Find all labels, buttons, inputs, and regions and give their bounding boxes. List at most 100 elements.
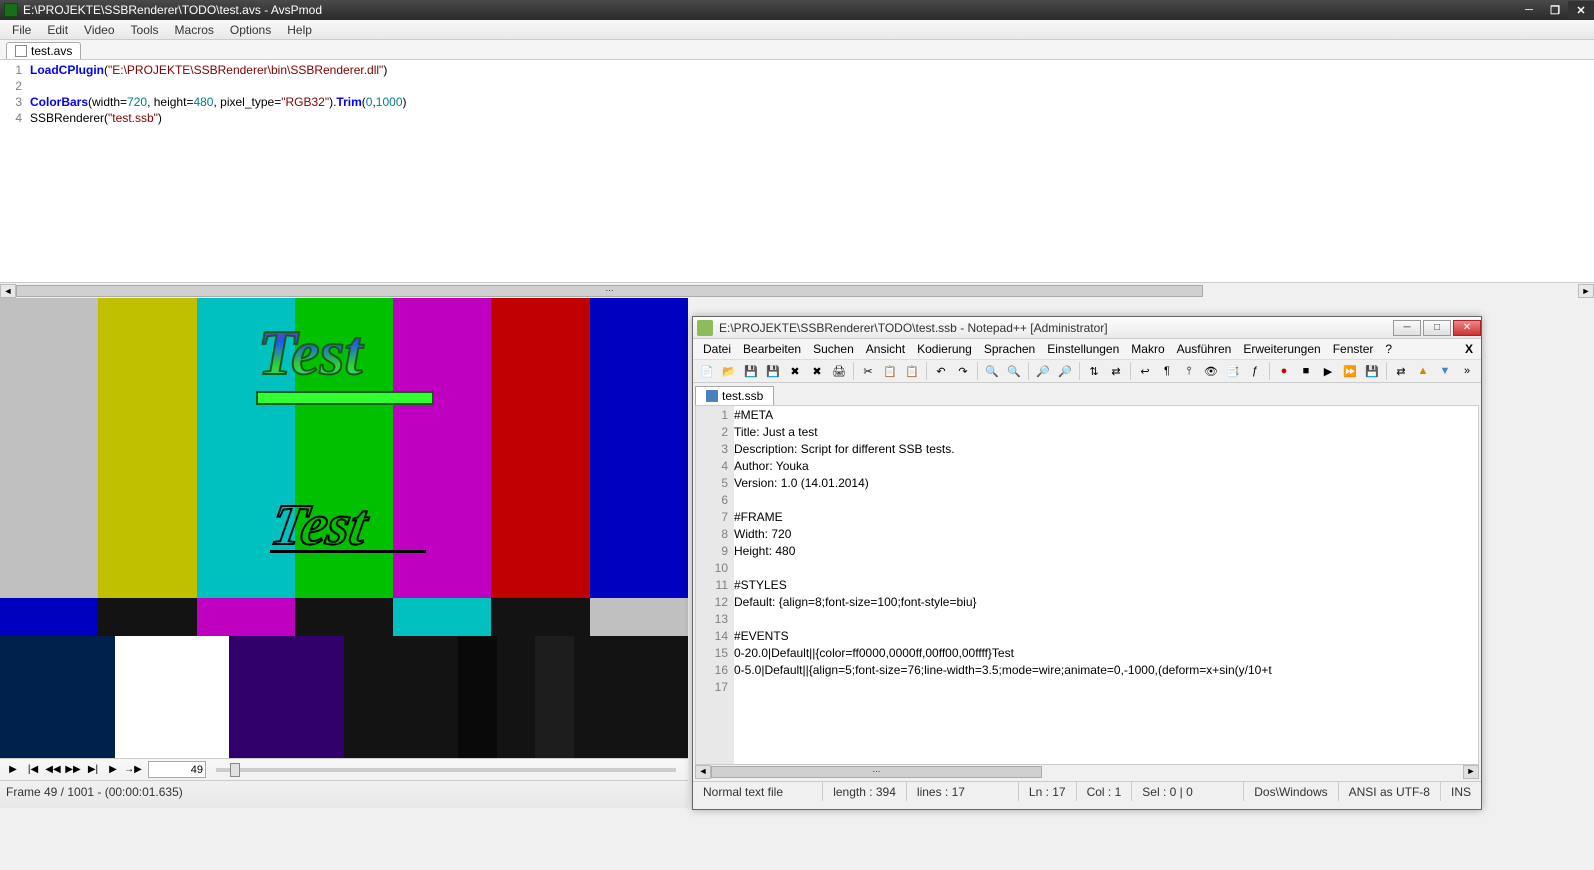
- goto-start-button[interactable]: |◀: [24, 761, 42, 779]
- save-all-icon[interactable]: 💾: [763, 361, 783, 381]
- toggle-icon[interactable]: ⇄: [1391, 361, 1411, 381]
- npp-toolbar: 📄 📂 💾 💾 ✖ ✖ 🖨 ✂ 📋 📋 ↶ ↷ 🔍 🔍 🔎 🔎 ⇅ ⇄ ↩ ¶ …: [693, 359, 1481, 383]
- open-file-icon[interactable]: 📂: [719, 361, 739, 381]
- save-icon[interactable]: 💾: [741, 361, 761, 381]
- more-icon[interactable]: »: [1457, 361, 1477, 381]
- npp-hscroll[interactable]: ◄ ··· ►: [695, 765, 1479, 781]
- down-icon[interactable]: ▼: [1435, 361, 1455, 381]
- avspmod-titlebar[interactable]: E:\PROJEKTE\SSBRenderer\TODO\test.avs - …: [0, 0, 1594, 20]
- npp-tabbar: test.ssb: [693, 383, 1481, 405]
- menu-makro[interactable]: Makro: [1125, 340, 1170, 358]
- save-macro-icon[interactable]: 💾: [1362, 361, 1382, 381]
- avspmod-editor[interactable]: 1 2 3 4 LoadCPlugin("E:\PROJEKTE\SSBRend…: [0, 60, 1594, 282]
- menu-ausfuehren[interactable]: Ausführen: [1171, 340, 1238, 358]
- slider-thumb[interactable]: [230, 763, 240, 777]
- goto-end-button[interactable]: ▶|: [84, 761, 102, 779]
- tab-test-avs[interactable]: test.avs: [6, 42, 81, 59]
- menu-macros[interactable]: Macros: [167, 21, 222, 39]
- npp-close-button[interactable]: ✕: [1453, 320, 1481, 336]
- editor-hscroll[interactable]: ◄ ··· ►: [0, 282, 1594, 298]
- play-range-button[interactable]: ▶: [104, 761, 122, 779]
- sync-h-icon[interactable]: ⇄: [1106, 361, 1126, 381]
- menu-sprachen[interactable]: Sprachen: [978, 340, 1041, 358]
- sync-v-icon[interactable]: ⇅: [1084, 361, 1104, 381]
- zoom-out-icon[interactable]: 🔎: [1055, 361, 1075, 381]
- wordwrap-icon[interactable]: ↩: [1135, 361, 1155, 381]
- menu-bearbeiten[interactable]: Bearbeiten: [737, 340, 807, 358]
- menu-options[interactable]: Options: [222, 21, 279, 39]
- doc-map-icon[interactable]: 📑: [1223, 361, 1243, 381]
- overlay-wire-underline: [270, 550, 426, 553]
- npp-app-icon: [697, 320, 713, 336]
- close-button[interactable]: ✕: [1568, 1, 1594, 19]
- npp-maximize-button[interactable]: □: [1423, 320, 1451, 336]
- menu-einstellungen[interactable]: Einstellungen: [1041, 340, 1125, 358]
- stop-icon[interactable]: ■: [1296, 361, 1316, 381]
- play-multi-icon[interactable]: ⏩: [1340, 361, 1360, 381]
- scroll-thumb[interactable]: ···: [16, 285, 1203, 297]
- menu-help[interactable]: ?: [1379, 340, 1398, 358]
- undo-icon[interactable]: ↶: [931, 361, 951, 381]
- step-back-button[interactable]: ◀◀: [44, 761, 62, 779]
- notepadpp-window: E:\PROJEKTE\SSBRenderer\TODO\test.ssb - …: [692, 316, 1482, 810]
- menu-suchen[interactable]: Suchen: [807, 340, 860, 358]
- npp-scroll-left-icon[interactable]: ◄: [695, 765, 711, 779]
- npp-editor[interactable]: 1234567891011121314151617 #METATitle: Ju…: [695, 405, 1479, 765]
- play-macro-icon[interactable]: ▶: [1318, 361, 1338, 381]
- tab-test-ssb[interactable]: test.ssb: [695, 386, 774, 405]
- cut-icon[interactable]: ✂: [858, 361, 878, 381]
- status-filetype: Normal text file: [693, 782, 823, 801]
- npp-window-title: E:\PROJEKTE\SSBRenderer\TODO\test.ssb - …: [719, 321, 1108, 335]
- copy-icon[interactable]: 📋: [880, 361, 900, 381]
- app-icon: [4, 3, 18, 17]
- avspmod-menubar: File Edit Video Tools Macros Options Hel…: [0, 20, 1594, 40]
- print-icon[interactable]: 🖨: [829, 361, 849, 381]
- record-icon[interactable]: ●: [1274, 361, 1294, 381]
- npp-tab-label: test.ssb: [722, 389, 763, 403]
- npp-scroll-thumb[interactable]: ···: [711, 766, 1042, 778]
- npp-titlebar[interactable]: E:\PROJEKTE\SSBRenderer\TODO\test.ssb - …: [693, 317, 1481, 339]
- menu-datei[interactable]: Datei: [697, 340, 737, 358]
- redo-icon[interactable]: ↷: [953, 361, 973, 381]
- menu-erweiterungen[interactable]: Erweiterungen: [1237, 340, 1326, 358]
- menu-tools[interactable]: Tools: [123, 21, 167, 39]
- external-play-button[interactable]: →▶: [124, 761, 142, 779]
- menu-file[interactable]: File: [4, 21, 39, 39]
- menu-help[interactable]: Help: [279, 21, 320, 39]
- allchars-icon[interactable]: ¶: [1157, 361, 1177, 381]
- scroll-left-icon[interactable]: ◄: [0, 284, 16, 298]
- up-icon[interactable]: ▲: [1413, 361, 1433, 381]
- zoom-in-icon[interactable]: 🔎: [1033, 361, 1053, 381]
- lang-icon[interactable]: 👁: [1201, 361, 1221, 381]
- npp-menubar: Datei Bearbeiten Suchen Ansicht Kodierun…: [693, 339, 1481, 359]
- maximize-button[interactable]: ❐: [1542, 1, 1568, 19]
- menu-ansicht[interactable]: Ansicht: [860, 340, 911, 358]
- menu-kodierung[interactable]: Kodierung: [911, 340, 978, 358]
- status-ins: INS: [1441, 782, 1481, 801]
- func-list-icon[interactable]: ƒ: [1245, 361, 1265, 381]
- close-all-icon[interactable]: ✖: [807, 361, 827, 381]
- close-file-icon[interactable]: ✖: [785, 361, 805, 381]
- video-preview: Test Test ▶ |◀ ◀◀ ▶▶ ▶| ▶ →▶ Frame 49 / …: [0, 298, 688, 808]
- status-length: length : 394: [823, 782, 907, 801]
- menu-edit[interactable]: Edit: [39, 21, 76, 39]
- paste-icon[interactable]: 📋: [902, 361, 922, 381]
- npp-scroll-right-icon[interactable]: ►: [1463, 765, 1479, 779]
- npp-minimize-button[interactable]: ─: [1393, 320, 1421, 336]
- play-button[interactable]: ▶: [4, 761, 22, 779]
- new-file-icon[interactable]: 📄: [697, 361, 717, 381]
- menu-video[interactable]: Video: [76, 21, 122, 39]
- menu-fenster[interactable]: Fenster: [1327, 340, 1380, 358]
- tab-close-x[interactable]: X: [1457, 342, 1481, 356]
- step-fwd-button[interactable]: ▶▶: [64, 761, 82, 779]
- npp-code-area[interactable]: #METATitle: Just a testDescription: Scri…: [734, 406, 1478, 764]
- code-area[interactable]: LoadCPlugin("E:\PROJEKTE\SSBRenderer\bin…: [30, 60, 1594, 282]
- find-icon[interactable]: 🔍: [982, 361, 1002, 381]
- replace-icon[interactable]: 🔍: [1004, 361, 1024, 381]
- timeline-slider[interactable]: [216, 768, 676, 772]
- indent-guide-icon[interactable]: ⫯: [1179, 361, 1199, 381]
- frame-number-input[interactable]: [148, 761, 206, 778]
- scroll-right-icon[interactable]: ►: [1578, 284, 1594, 298]
- status-lines: lines : 17: [907, 782, 1019, 801]
- minimize-button[interactable]: ─: [1516, 1, 1542, 19]
